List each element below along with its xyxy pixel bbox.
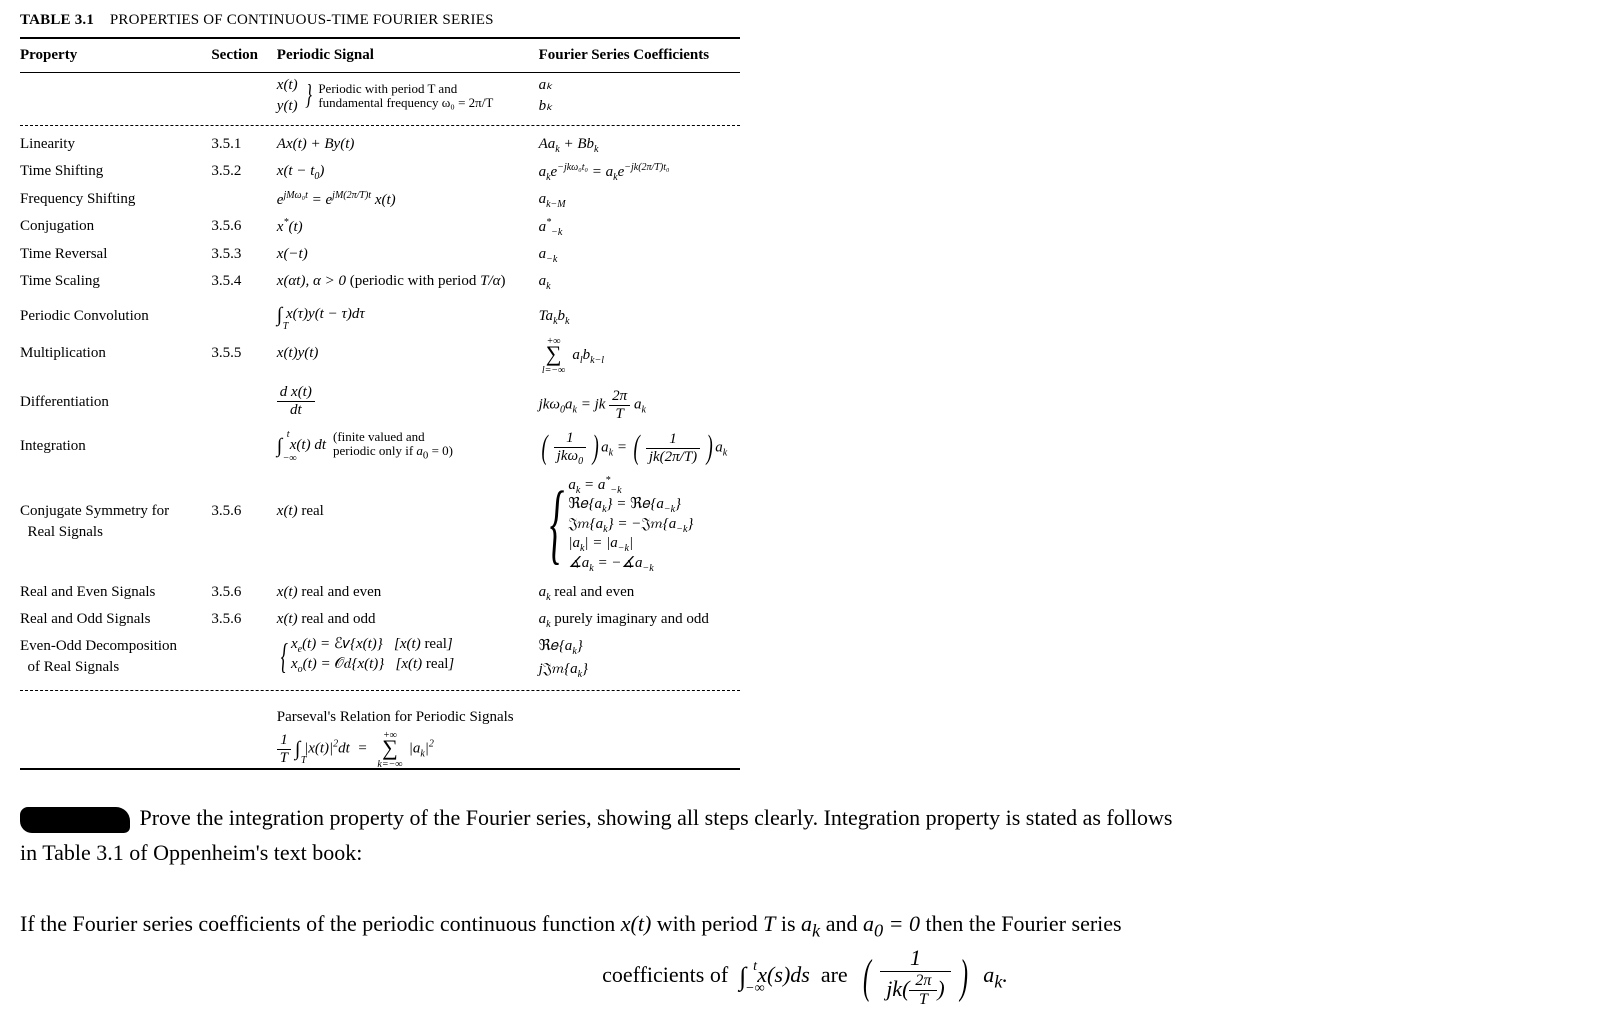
row-multiplication: Multiplication 3.5.5 x(t)y(t) +∞∑l=−∞ al…	[20, 333, 740, 382]
row-evenodd: Even-Odd Decomposition of Real Signals {…	[20, 634, 740, 684]
sig-timeshift: x(t − t0)	[277, 159, 539, 187]
coef-linearity: Aak + Bbk	[539, 132, 740, 159]
sec-realeven: 3.5.6	[211, 580, 276, 607]
prop-multiplication: Multiplication	[20, 333, 211, 382]
coef-reversal: a−k	[539, 242, 740, 269]
row-realeven: Real and Even Signals 3.5.6 x(t) real an…	[20, 580, 740, 607]
sec-differentiation	[211, 382, 276, 424]
sec-integration	[211, 424, 276, 469]
coef-realeven: ak real and even	[539, 580, 740, 607]
coef-freqshift: ak−M	[539, 187, 740, 214]
sec-linearity: 3.5.1	[211, 132, 276, 159]
coef-integration: ( 1jkω0 )ak = ( 1jk(2π/T) )ak	[539, 424, 740, 469]
sig-reversal: x(−t)	[277, 242, 539, 269]
sig-linearity: Ax(t) + By(t)	[277, 132, 539, 159]
sig-conjugation: x*(t)	[277, 214, 539, 242]
table-header-row: Property Section Periodic Signal Fourier…	[20, 38, 740, 73]
parseval-title: Parseval's Relation for Periodic Signals	[277, 697, 740, 730]
sig-realeven: x(t) real and even	[277, 580, 539, 607]
prop-convolution: Periodic Convolution	[20, 296, 211, 333]
coef-timeshift: ake−jkω₀t₀ = ake−jk(2π/T)t₀	[539, 159, 740, 187]
sig-integration: ∫t−∞ x(t) dt (finite valued and periodic…	[277, 424, 539, 469]
row-conjugation: Conjugation 3.5.6 x*(t) a*−k	[20, 214, 740, 242]
row-differentiation: Differentiation d x(t)dt jkω0ak = jk 2πT…	[20, 382, 740, 424]
row-linearity: Linearity 3.5.1 Ax(t) + By(t) Aak + Bbk	[20, 132, 740, 159]
table-number: TABLE 3.1	[20, 12, 94, 28]
sig-scaling: x(αt), α > 0 (periodic with period T/α)	[277, 269, 539, 296]
prop-realodd: Real and Odd Signals	[20, 607, 211, 634]
table-caption: TABLE 3.1 PROPERTIES OF CONTINUOUS-TIME …	[20, 10, 1596, 31]
sig-evenodd: { xe(t) = ℰ𝑣{x(t)} [x(t) real] xo(t) = 𝒪…	[277, 634, 539, 684]
parseval-equation: 1T ∫T |x(t)|2dt = +∞∑k=−∞ |ak|2	[277, 730, 740, 769]
prop-differentiation: Differentiation	[20, 382, 211, 424]
row-convolution: Periodic Convolution ∫T x(τ)y(t − τ)dτ T…	[20, 296, 740, 333]
row-intro: x(t) y(t) } Periodic with period T and f…	[20, 73, 740, 120]
intro-coeff: aₖ bₖ	[539, 73, 740, 120]
row-realodd: Real and Odd Signals 3.5.6 x(t) real and…	[20, 607, 740, 634]
coef-conjugation: a*−k	[539, 214, 740, 242]
coef-multiplication: +∞∑l=−∞ albk−l	[539, 333, 740, 382]
header-signal: Periodic Signal	[277, 38, 539, 73]
coef-convolution: Takbk	[539, 296, 740, 333]
sec-realodd: 3.5.6	[211, 607, 276, 634]
fourier-properties-table: Property Section Periodic Signal Fourier…	[20, 37, 740, 770]
header-coeff: Fourier Series Coefficients	[539, 38, 740, 73]
sec-conjugation: 3.5.6	[211, 214, 276, 242]
sec-conjsym: 3.5.6	[211, 469, 276, 581]
table-caption-text: PROPERTIES OF CONTINUOUS-TIME FOURIER SE…	[110, 12, 494, 28]
sec-scaling: 3.5.4	[211, 269, 276, 296]
coef-realodd: ak purely imaginary and odd	[539, 607, 740, 634]
prop-conjugation: Conjugation	[20, 214, 211, 242]
prop-reversal: Time Reversal	[20, 242, 211, 269]
coef-conjsym: { ak = a*−k ℜ𝑒{ak} = ℜ𝑒{a−k} 𝔍𝑚{ak} = −𝔍…	[539, 469, 740, 581]
header-section: Section	[211, 38, 276, 73]
row-integration: Integration ∫t−∞ x(t) dt (finite valued …	[20, 424, 740, 469]
sig-conjsym: x(t) real	[277, 469, 539, 581]
sig-multiplication: x(t)y(t)	[277, 333, 539, 382]
intro-signal: x(t) y(t) } Periodic with period T and f…	[277, 73, 539, 120]
sec-reversal: 3.5.3	[211, 242, 276, 269]
prop-integration: Integration	[20, 424, 211, 469]
sec-freqshift	[211, 187, 276, 214]
row-timeshift: Time Shifting 3.5.2 x(t − t0) ake−jkω₀t₀…	[20, 159, 740, 187]
problem-statement: Prove the integration property of the Fo…	[20, 800, 1590, 1009]
header-property: Property	[20, 38, 211, 73]
divider-bottom	[20, 690, 740, 691]
prop-realeven: Real and Even Signals	[20, 580, 211, 607]
row-parseval-eq: 1T ∫T |x(t)|2dt = +∞∑k=−∞ |ak|2	[20, 730, 740, 769]
divider-top	[20, 125, 740, 126]
sec-convolution	[211, 296, 276, 333]
row-parseval-title: Parseval's Relation for Periodic Signals	[20, 697, 740, 730]
row-reversal: Time Reversal 3.5.3 x(−t) a−k	[20, 242, 740, 269]
prop-evenodd: Even-Odd Decomposition of Real Signals	[20, 634, 211, 684]
coef-differentiation: jkω0ak = jk 2πT ak	[539, 382, 740, 424]
sig-differentiation: d x(t)dt	[277, 382, 539, 424]
coef-evenodd: ℜ𝑒{ak} j𝔍𝑚{ak}	[539, 634, 740, 684]
problem-line1a: Prove the integration property of the Fo…	[140, 805, 1173, 830]
row-scaling: Time Scaling 3.5.4 x(αt), α > 0 (periodi…	[20, 269, 740, 296]
sig-freqshift: ejMω₀t = ejM(2π/T)t x(t)	[277, 187, 539, 214]
prop-freqshift: Frequency Shifting	[20, 187, 211, 214]
coef-scaling: ak	[539, 269, 740, 296]
row-conjsym: Conjugate Symmetry for Real Signals 3.5.…	[20, 469, 740, 581]
redaction-mark	[20, 807, 130, 833]
prop-linearity: Linearity	[20, 132, 211, 159]
prop-scaling: Time Scaling	[20, 269, 211, 296]
prop-timeshift: Time Shifting	[20, 159, 211, 187]
sig-realodd: x(t) real and odd	[277, 607, 539, 634]
sec-multiplication: 3.5.5	[211, 333, 276, 382]
sec-evenodd	[211, 634, 276, 684]
sec-timeshift: 3.5.2	[211, 159, 276, 187]
prop-conjsym: Conjugate Symmetry for Real Signals	[20, 469, 211, 581]
sig-convolution: ∫T x(τ)y(t − τ)dτ	[277, 296, 539, 333]
row-freqshift: Frequency Shifting ejMω₀t = ejM(2π/T)t x…	[20, 187, 740, 214]
problem-line1b: in Table 3.1 of Oppenheim's text book:	[20, 835, 1590, 870]
